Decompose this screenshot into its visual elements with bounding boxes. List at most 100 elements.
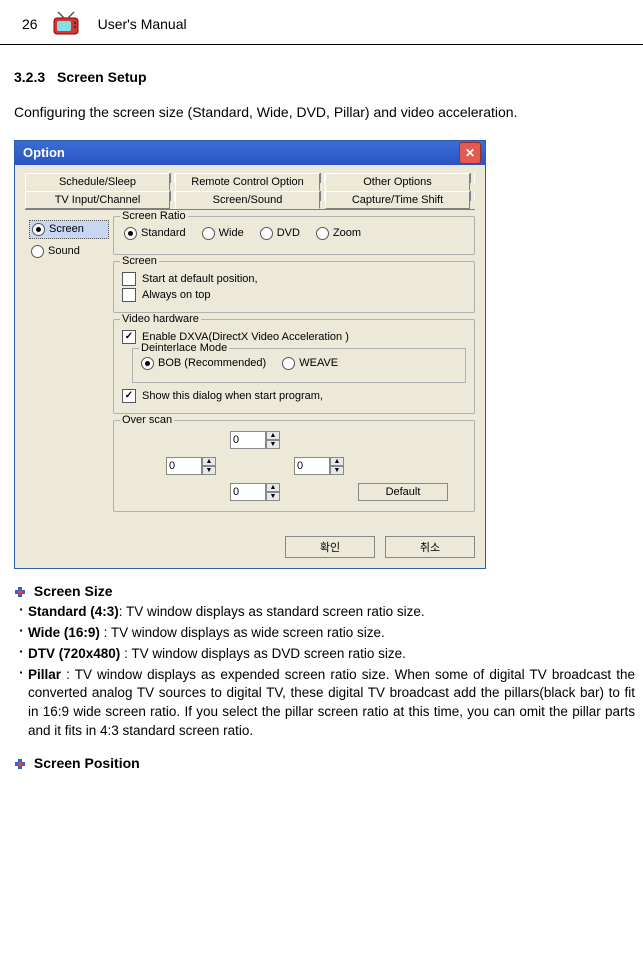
tv-icon xyxy=(52,10,84,38)
overscan-top[interactable]: ▲▼ xyxy=(230,431,290,449)
spin-down-icon[interactable]: ▼ xyxy=(330,466,344,475)
bullet-pillar: ▪ Pillar : TV window displays as expende… xyxy=(14,666,635,742)
legend: Screen Ratio xyxy=(120,210,188,222)
ok-button[interactable]: 확인 xyxy=(285,536,375,558)
close-icon: ✕ xyxy=(465,146,475,160)
radio-icon xyxy=(202,227,215,240)
radio-icon xyxy=(316,227,329,240)
tab-remote-control[interactable]: Remote Control Option xyxy=(175,173,320,191)
spin-down-icon[interactable]: ▼ xyxy=(266,492,280,501)
ratio-label: DVD xyxy=(277,227,300,239)
radio-label: BOB (Recommended) xyxy=(158,357,266,369)
ratio-wide[interactable]: Wide xyxy=(200,225,246,242)
chk-label: Start at default position, xyxy=(142,273,258,285)
bullet-dtv: ▪ DTV (720x480) : TV window displays as … xyxy=(14,645,635,664)
side-option-sound[interactable]: Sound xyxy=(29,243,109,260)
bullet-rest: : TV window displays as DVD screen ratio… xyxy=(120,646,406,661)
overscan-left-input[interactable] xyxy=(166,457,202,475)
screen-position-heading: Screen Position xyxy=(14,755,635,771)
section-title: Screen Setup xyxy=(57,69,146,85)
deint-weave[interactable]: WEAVE xyxy=(280,355,340,372)
ratio-dvd[interactable]: DVD xyxy=(258,225,302,242)
header-title: User's Manual xyxy=(98,16,187,32)
deint-bob[interactable]: BOB (Recommended) xyxy=(139,355,268,372)
window-title: Option xyxy=(23,145,65,160)
group-screen: Screen Start at default position, Always… xyxy=(113,261,475,313)
group-screen-ratio: Screen Ratio Standard Wide xyxy=(113,216,475,255)
section-number: 3.2.3 xyxy=(14,69,45,85)
bullet-standard: ▪ Standard (4:3): TV window displays as … xyxy=(14,603,635,622)
bullet-wide: ▪ Wide (16:9) : TV window displays as wi… xyxy=(14,624,635,643)
titlebar: Option ✕ xyxy=(15,141,485,165)
spin-up-icon[interactable]: ▲ xyxy=(266,431,280,440)
screen-size-title: Screen Size xyxy=(34,583,113,599)
side-label: Sound xyxy=(48,245,80,257)
chk-show-dialog[interactable] xyxy=(122,389,136,403)
side-option-screen[interactable]: Screen xyxy=(29,220,109,239)
spin-down-icon[interactable]: ▼ xyxy=(266,440,280,449)
side-label: Screen xyxy=(49,223,84,235)
overscan-bottom-input[interactable] xyxy=(230,483,266,501)
page-number: 26 xyxy=(22,16,38,32)
screen-position-title: Screen Position xyxy=(34,755,140,771)
tab-schedule-sleep[interactable]: Schedule/Sleep xyxy=(25,173,170,191)
group-overscan: Over scan ▲▼ xyxy=(113,420,475,512)
overscan-default-button[interactable]: Default xyxy=(358,483,448,501)
bullet-dot-icon: ▪ xyxy=(14,645,28,664)
ratio-zoom[interactable]: Zoom xyxy=(314,225,363,242)
ratio-standard[interactable]: Standard xyxy=(122,225,188,242)
chk-label: Show this dialog when start program, xyxy=(142,390,323,402)
bullet-dot-icon: ▪ xyxy=(14,603,28,622)
close-button[interactable]: ✕ xyxy=(459,142,481,164)
radio-icon xyxy=(141,357,154,370)
section-intro: Configuring the screen size (Standard, W… xyxy=(14,103,635,122)
bullet-rest: : TV window displays as expended screen … xyxy=(28,667,635,739)
bullet-rest: : TV window displays as wide screen rati… xyxy=(100,625,385,640)
bullet-dot-icon: ▪ xyxy=(14,666,28,742)
screen-size-heading: Screen Size xyxy=(14,583,635,599)
overscan-bottom[interactable]: ▲▼ xyxy=(230,483,290,501)
overscan-left[interactable]: ▲▼ xyxy=(166,457,226,475)
ratio-label: Zoom xyxy=(333,227,361,239)
bullet-bold: Pillar xyxy=(28,667,61,682)
bullet-bold: Standard (4:3) xyxy=(28,604,119,619)
tab-capture-timeshift[interactable]: Capture/Time Shift xyxy=(325,191,470,209)
overscan-right[interactable]: ▲▼ xyxy=(294,457,354,475)
overscan-top-input[interactable] xyxy=(230,431,266,449)
header-rule xyxy=(0,44,643,45)
legend: Over scan xyxy=(120,414,174,426)
radio-label: WEAVE xyxy=(299,357,338,369)
spin-up-icon[interactable]: ▲ xyxy=(266,483,280,492)
bullet-dot-icon: ▪ xyxy=(14,624,28,643)
bullet-bold: Wide (16:9) xyxy=(28,625,100,640)
overscan-right-input[interactable] xyxy=(294,457,330,475)
chk-enable-dxva[interactable] xyxy=(122,330,136,344)
plus-bullet-icon xyxy=(14,758,26,770)
radio-icon xyxy=(260,227,273,240)
plus-bullet-icon xyxy=(14,586,26,598)
group-deinterlace: Deinterlace Mode BOB (Recommended) WEAVE xyxy=(132,348,466,383)
radio-icon xyxy=(32,223,45,236)
section-heading: 3.2.3 Screen Setup xyxy=(14,69,635,85)
bullet-bold: DTV (720x480) xyxy=(28,646,120,661)
tab-tv-input[interactable]: TV Input/Channel xyxy=(25,191,170,209)
radio-icon xyxy=(124,227,137,240)
chk-always-top[interactable] xyxy=(122,288,136,302)
legend: Screen xyxy=(120,255,159,267)
legend: Deinterlace Mode xyxy=(139,342,229,354)
radio-icon xyxy=(282,357,295,370)
cancel-button[interactable]: 취소 xyxy=(385,536,475,558)
option-window: Option ✕ Schedule/Sleep Remote Control O… xyxy=(14,140,486,569)
ratio-label: Standard xyxy=(141,227,186,239)
spin-down-icon[interactable]: ▼ xyxy=(202,466,216,475)
spin-up-icon[interactable]: ▲ xyxy=(202,457,216,466)
radio-icon xyxy=(31,245,44,258)
chk-label: Always on top xyxy=(142,289,210,301)
spin-up-icon[interactable]: ▲ xyxy=(330,457,344,466)
tab-bar: Schedule/Sleep Remote Control Option Oth… xyxy=(25,173,475,210)
group-video-hardware: Video hardware Enable DXVA(DirectX Video… xyxy=(113,319,475,414)
chk-start-default[interactable] xyxy=(122,272,136,286)
tab-screen-sound[interactable]: Screen/Sound xyxy=(175,191,320,209)
tab-other-options[interactable]: Other Options xyxy=(325,173,470,191)
ratio-label: Wide xyxy=(219,227,244,239)
